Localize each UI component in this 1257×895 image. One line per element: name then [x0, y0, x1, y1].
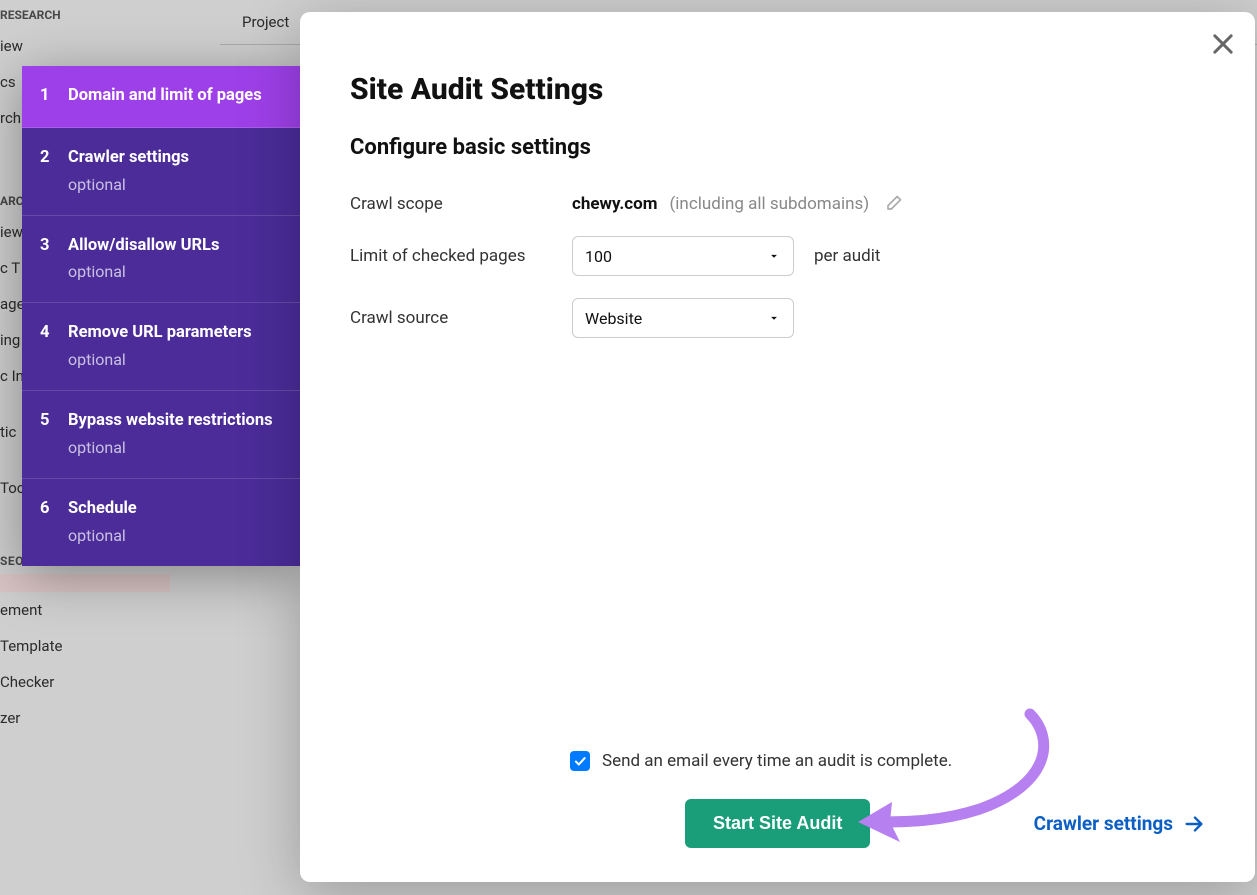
site-audit-settings-modal: Site Audit Settings Configure basic sett… [300, 12, 1255, 882]
email-notify-row: Send an email every time an audit is com… [350, 751, 1205, 771]
step-number: 6 [40, 497, 68, 522]
modal-title: Site Audit Settings [350, 72, 1205, 107]
step-title: Schedule [68, 497, 278, 522]
limit-select[interactable]: 100 [572, 236, 794, 276]
step-4[interactable]: 4Remove URL parametersoptional [22, 303, 300, 391]
step-title: Allow/disallow URLs [68, 234, 278, 259]
crawl-scope-label: Crawl scope [350, 194, 572, 214]
step-optional-label: optional [68, 173, 278, 197]
chevron-down-icon [767, 249, 781, 263]
email-label: Send an email every time an audit is com… [602, 751, 952, 771]
field-source: Crawl source Website [350, 298, 1205, 338]
step-number: 4 [40, 321, 68, 346]
step-title: Crawler settings [68, 146, 278, 171]
close-icon[interactable] [1209, 30, 1237, 58]
pencil-icon[interactable] [883, 194, 903, 214]
next-link-label: Crawler settings [1034, 812, 1173, 835]
step-3[interactable]: 3Allow/disallow URLsoptional [22, 216, 300, 304]
step-number: 1 [40, 84, 68, 109]
step-number: 3 [40, 234, 68, 259]
settings-stepper: 1Domain and limit of pages2Crawler setti… [22, 66, 300, 566]
field-crawl-scope: Crawl scope chewy.com (including all sub… [350, 194, 1205, 214]
limit-suffix: per audit [814, 246, 880, 266]
step-optional-label: optional [68, 524, 278, 548]
step-number: 2 [40, 146, 68, 171]
modal-footer: Send an email every time an audit is com… [350, 751, 1205, 848]
step-optional-label: optional [68, 348, 278, 372]
step-2[interactable]: 2Crawler settingsoptional [22, 128, 300, 216]
step-1[interactable]: 1Domain and limit of pages [22, 66, 300, 128]
step-5[interactable]: 5Bypass website restrictionsoptional [22, 391, 300, 479]
step-title: Bypass website restrictions [68, 409, 278, 434]
start-site-audit-button[interactable]: Start Site Audit [685, 799, 870, 848]
limit-label: Limit of checked pages [350, 246, 572, 266]
limit-select-value: 100 [585, 247, 612, 266]
source-select[interactable]: Website [572, 298, 794, 338]
step-number: 5 [40, 409, 68, 434]
step-optional-label: optional [68, 260, 278, 284]
step-optional-label: optional [68, 436, 278, 460]
arrow-right-icon [1183, 813, 1205, 835]
field-limit: Limit of checked pages 100 per audit [350, 236, 1205, 276]
chevron-down-icon [767, 311, 781, 325]
crawl-scope-domain: chewy.com [572, 194, 657, 214]
source-select-value: Website [585, 309, 642, 328]
step-title: Domain and limit of pages [68, 84, 278, 109]
source-label: Crawl source [350, 308, 572, 328]
email-checkbox[interactable] [570, 751, 590, 771]
step-6[interactable]: 6Scheduleoptional [22, 479, 300, 566]
crawler-settings-link[interactable]: Crawler settings [1034, 812, 1205, 835]
crawl-scope-note: (including all subdomains) [669, 194, 869, 214]
step-title: Remove URL parameters [68, 321, 278, 346]
modal-subtitle: Configure basic settings [350, 135, 1205, 160]
